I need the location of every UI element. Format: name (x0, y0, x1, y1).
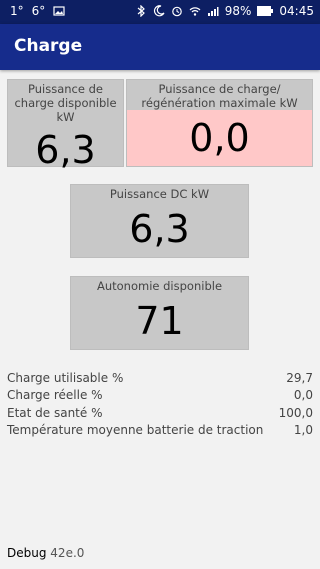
autonomy-tile: Autonomie disponible 71 (70, 276, 249, 350)
temp-indicator-1: 1° (10, 4, 24, 18)
page-title: Charge (14, 36, 83, 56)
image-icon (53, 6, 65, 16)
clock: 04:45 (279, 4, 314, 18)
available-power-value: 6,3 (35, 128, 96, 172)
alarm-icon (171, 6, 182, 17)
max-power-value: 0,0 (189, 116, 250, 160)
dc-power-label: Puissance DC kW (71, 185, 248, 201)
battery-icon (257, 6, 274, 16)
signal-icon (207, 7, 219, 16)
wifi-icon (189, 7, 201, 16)
row-value: 1,0 (293, 422, 313, 437)
list-item: Charge réelle % 0,0 (7, 387, 313, 404)
row-label: Charge réelle % (7, 388, 103, 403)
max-power-tile: Puissance de charge/ régénération maxima… (126, 79, 313, 167)
autonomy-value: 71 (135, 299, 184, 343)
available-power-tile: Puissance de charge disponible kW 6,3 (7, 79, 124, 172)
row-label: Température moyenne batterie de traction (7, 422, 264, 437)
app-bar: Charge (0, 24, 320, 70)
bluetooth-icon (137, 5, 145, 17)
list-item: Charge utilisable % 29,7 (7, 370, 313, 387)
moon-icon (153, 5, 165, 17)
status-bar: 1° 6° 98% 04:45 (0, 0, 320, 24)
available-power-label: Puissance de charge disponible kW (8, 80, 123, 124)
dc-power-tile: Puissance DC kW 6,3 (70, 184, 249, 258)
temp-indicator-2: 6° (31, 4, 46, 18)
battery-percent: 98% (224, 4, 252, 18)
list-item: Etat de santé % 100,0 (7, 405, 313, 422)
row-label: Charge utilisable % (7, 371, 124, 385)
row-value: 29,7 (286, 371, 313, 385)
max-power-label: Puissance de charge/ régénération maxima… (127, 80, 312, 110)
version-label: 42e.0 (50, 546, 85, 560)
autonomy-label: Autonomie disponible (71, 277, 248, 293)
row-value: 0,0 (293, 388, 313, 403)
debug-footer: Debug 42e.0 (7, 546, 84, 560)
list-item: Température moyenne batterie de traction… (7, 422, 313, 439)
debug-label: Debug (7, 546, 47, 560)
row-value: 100,0 (278, 405, 313, 420)
dc-power-value: 6,3 (129, 207, 190, 251)
battery-info-list: Charge utilisable % 29,7 Charge réelle %… (7, 370, 313, 439)
row-label: Etat de santé % (7, 405, 103, 420)
